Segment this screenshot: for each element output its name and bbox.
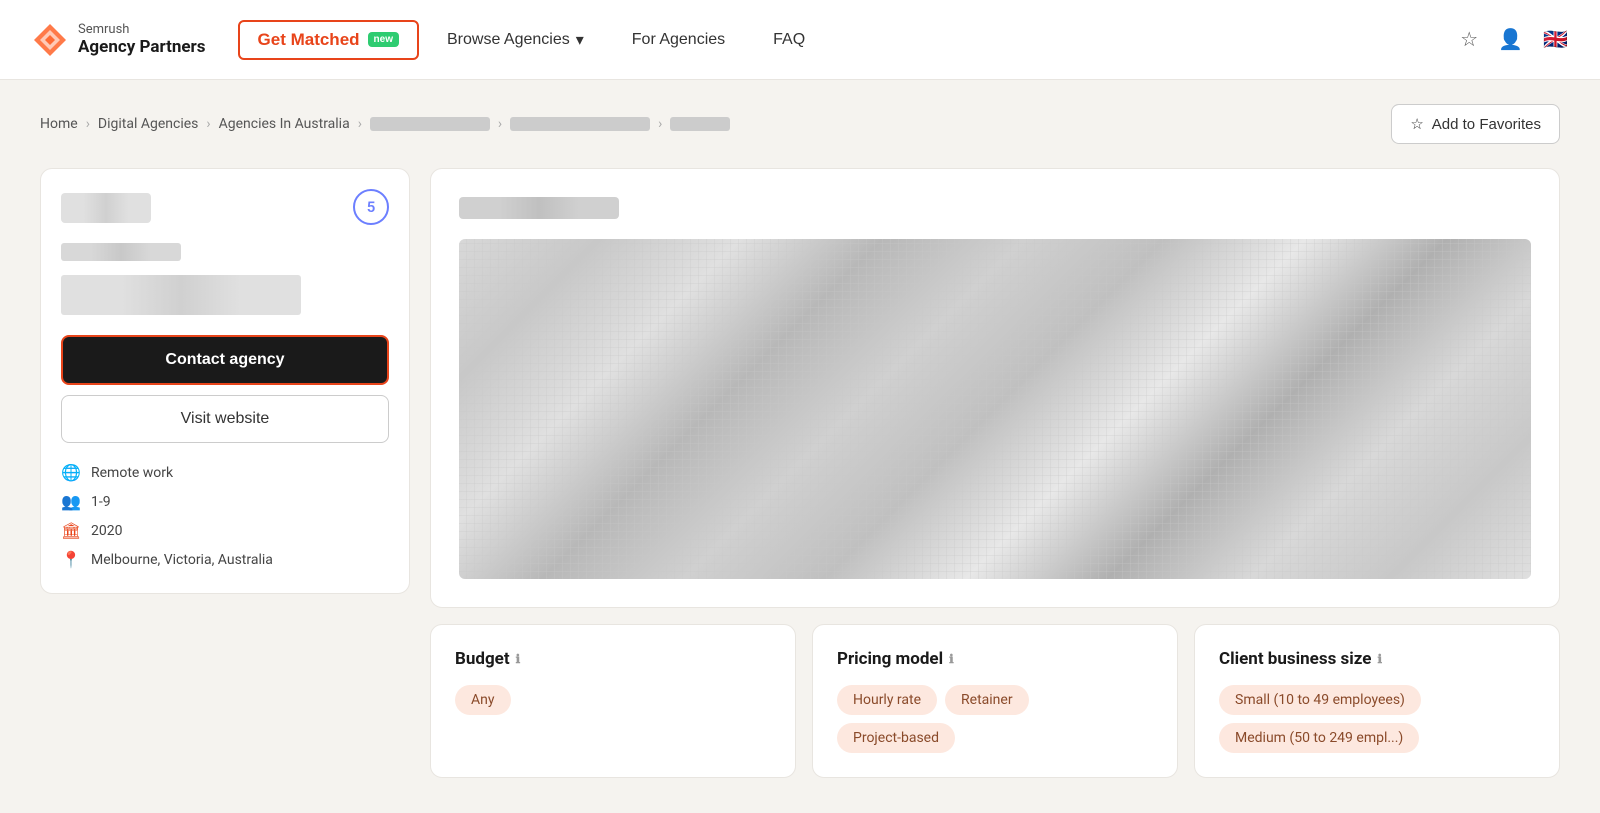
visit-website-label: Visit website xyxy=(181,410,270,427)
for-agencies-nav[interactable]: For Agencies xyxy=(612,23,745,57)
header-icons: ☆ 👤 🇬🇧 xyxy=(1460,27,1568,52)
meta-team-size: 👥 1-9 xyxy=(61,492,389,511)
breadcrumb-row: Home › Digital Agencies › Agencies In Au… xyxy=(40,104,1560,144)
contact-agency-label: Contact agency xyxy=(165,351,284,368)
get-matched-label: Get Matched xyxy=(258,30,360,50)
breadcrumb: Home › Digital Agencies › Agencies In Au… xyxy=(40,116,730,132)
client-size-tag-small: Small (10 to 49 employees) xyxy=(1219,685,1421,715)
pricing-tag-retainer: Retainer xyxy=(945,685,1029,715)
breadcrumb-sep-4: › xyxy=(498,116,502,132)
pricing-tags: Hourly rate Retainer Project-based xyxy=(837,685,1153,753)
browse-agencies-nav[interactable]: Browse Agencies ▾ xyxy=(427,22,604,58)
budget-title-label: Budget xyxy=(455,649,510,669)
client-size-title-label: Client business size xyxy=(1219,649,1371,669)
budget-tags: Any xyxy=(455,685,771,715)
language-icon-button[interactable]: 🇬🇧 xyxy=(1543,27,1568,52)
sidebar-badge: 5 xyxy=(353,189,389,225)
meta-founded: 🏛 2020 xyxy=(61,521,389,540)
add-favorites-label: Add to Favorites xyxy=(1432,116,1541,133)
pricing-model-card: Pricing model ℹ Hourly rate Retainer Pro… xyxy=(812,624,1178,778)
founded-icon: 🏛 xyxy=(61,521,81,540)
info-cards-row: Budget ℹ Any Pricing model ℹ Hourly rate xyxy=(430,624,1560,778)
agency-logo-blurred xyxy=(61,193,151,223)
team-size-icon: 👥 xyxy=(61,492,81,511)
client-size-tags: Small (10 to 49 employees) Medium (50 to… xyxy=(1219,685,1535,753)
visit-website-button[interactable]: Visit website xyxy=(61,395,389,443)
pricing-model-title-label: Pricing model xyxy=(837,649,943,669)
team-size-label: 1-9 xyxy=(91,494,111,510)
client-size-info-icon[interactable]: ℹ xyxy=(1377,652,1382,666)
pricing-tag-project: Project-based xyxy=(837,723,955,753)
agency-name-blurred xyxy=(61,243,181,261)
faq-nav[interactable]: FAQ xyxy=(753,23,825,57)
client-size-card-title: Client business size ℹ xyxy=(1219,649,1535,669)
nav-area: Get Matched new Browse Agencies ▾ For Ag… xyxy=(238,20,1461,60)
agency-desc-blurred xyxy=(61,275,301,315)
breadcrumb-home[interactable]: Home xyxy=(40,116,78,132)
right-content: Budget ℹ Any Pricing model ℹ Hourly rate xyxy=(430,168,1560,778)
breadcrumb-sep-2: › xyxy=(206,116,210,132)
location-label: Melbourne, Victoria, Australia xyxy=(91,552,273,568)
sidebar-card: 5 Contact agency Visit website 🌐 Remote … xyxy=(40,168,410,594)
logo-semrush: Semrush xyxy=(78,22,206,37)
remote-work-icon: 🌐 xyxy=(61,463,81,482)
breadcrumb-sep-3: › xyxy=(358,116,362,132)
star-icon: ☆ xyxy=(1410,115,1423,133)
meta-remote-work: 🌐 Remote work xyxy=(61,463,389,482)
agency-detail-content-blurred xyxy=(459,239,1531,579)
breadcrumb-sep-1: › xyxy=(86,116,90,132)
logo-agency: Agency Partners xyxy=(78,37,206,57)
header: Semrush Agency Partners Get Matched new … xyxy=(0,0,1600,80)
breadcrumb-blurred-2 xyxy=(510,117,650,131)
location-icon: 📍 xyxy=(61,550,81,569)
breadcrumb-blurred-3 xyxy=(670,117,730,131)
pricing-model-card-title: Pricing model ℹ xyxy=(837,649,1153,669)
client-size-tag-medium: Medium (50 to 249 empl...) xyxy=(1219,723,1419,753)
add-to-favorites-button[interactable]: ☆ Add to Favorites xyxy=(1391,104,1560,144)
logo-area[interactable]: Semrush Agency Partners xyxy=(32,22,206,58)
page-content: Home › Digital Agencies › Agencies In Au… xyxy=(0,80,1600,802)
main-layout: 5 Contact agency Visit website 🌐 Remote … xyxy=(40,168,1560,778)
logo-text: Semrush Agency Partners xyxy=(78,22,206,57)
founded-label: 2020 xyxy=(91,523,122,539)
meta-location: 📍 Melbourne, Victoria, Australia xyxy=(61,550,389,569)
budget-card: Budget ℹ Any xyxy=(430,624,796,778)
budget-card-title: Budget ℹ xyxy=(455,649,771,669)
budget-tag-any: Any xyxy=(455,685,511,715)
user-icon-button[interactable]: 👤 xyxy=(1498,27,1523,52)
remote-work-label: Remote work xyxy=(91,465,173,481)
pricing-info-icon[interactable]: ℹ xyxy=(949,652,954,666)
client-size-card: Client business size ℹ Small (10 to 49 e… xyxy=(1194,624,1560,778)
breadcrumb-sep-5: › xyxy=(658,116,662,132)
budget-info-icon[interactable]: ℹ xyxy=(516,652,521,666)
agency-detail-card xyxy=(430,168,1560,608)
breadcrumb-australia[interactable]: Agencies In Australia xyxy=(219,116,350,132)
semrush-logo-icon xyxy=(32,22,68,58)
breadcrumb-digital-agencies[interactable]: Digital Agencies xyxy=(98,116,198,132)
pixelated-overlay xyxy=(459,239,1531,579)
pricing-tag-hourly: Hourly rate xyxy=(837,685,937,715)
contact-agency-button[interactable]: Contact agency xyxy=(61,335,389,385)
agency-meta: 🌐 Remote work 👥 1-9 🏛 2020 📍 Melbourne, … xyxy=(61,463,389,569)
get-matched-button[interactable]: Get Matched new xyxy=(238,20,419,60)
breadcrumb-blurred-1 xyxy=(370,117,490,131)
agency-detail-header-blurred xyxy=(459,197,619,219)
favorites-icon-button[interactable]: ☆ xyxy=(1460,27,1478,52)
new-badge: new xyxy=(368,32,399,47)
